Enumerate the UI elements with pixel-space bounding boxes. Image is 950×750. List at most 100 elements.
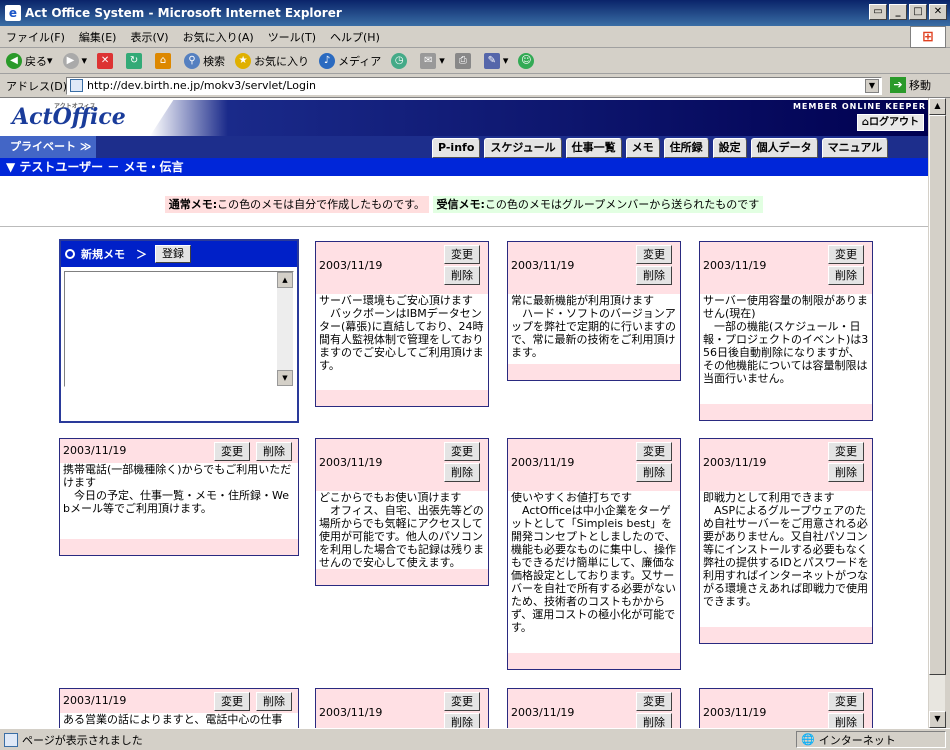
tab-tasks[interactable]: 仕事一覧 bbox=[565, 138, 622, 158]
memo-edit-button[interactable]: 変更 bbox=[444, 442, 480, 461]
memo-edit-button[interactable]: 変更 bbox=[636, 442, 672, 461]
memo-edit-button[interactable]: 変更 bbox=[828, 245, 864, 264]
memo-edit-button[interactable]: 変更 bbox=[828, 442, 864, 461]
messenger-icon: ☺ bbox=[518, 52, 535, 69]
mail-button[interactable]: ✉ ▾ bbox=[420, 52, 445, 69]
memo-card: 2003/11/19 変更 削除 常に最新機能が利用頂けます ハード・ソフトのバージョ… bbox=[507, 241, 681, 381]
status-text-wrap: ページが表示されました bbox=[4, 732, 143, 748]
tab-manual[interactable]: マニュアル bbox=[821, 138, 889, 158]
tab-personal-data[interactable]: 個人データ bbox=[750, 138, 818, 158]
scroll-up-icon[interactable]: ▲ bbox=[929, 98, 946, 115]
scroll-down-icon[interactable]: ▼ bbox=[929, 711, 946, 728]
memo-date: 2003/11/19 bbox=[63, 694, 127, 707]
refresh-button[interactable]: ↻ bbox=[126, 52, 145, 69]
status-bar: ページが表示されました 🌐 インターネット bbox=[0, 728, 950, 750]
memo-edit-button[interactable]: 変更 bbox=[636, 692, 672, 711]
memo-delete-button[interactable]: 削除 bbox=[828, 266, 864, 285]
memo-date: 2003/11/19 bbox=[63, 444, 127, 457]
go-button[interactable]: ➔ 移動 bbox=[890, 77, 931, 93]
minimize-button[interactable]: _ bbox=[889, 4, 907, 20]
memo-delete-button[interactable]: 削除 bbox=[444, 463, 480, 482]
edit-icon: ✎ bbox=[483, 52, 500, 69]
close-button[interactable]: ✕ bbox=[929, 4, 947, 20]
memo-body: 常に最新機能が利用頂けます ハード・ソフトのバージョンアップを弊社で定期的に行い… bbox=[508, 294, 680, 364]
logo-subtext: アクトオフィス bbox=[54, 103, 96, 110]
memo-card: 2003/11/19 変更 削除 携帯電話(一部機種除く)からでもご利用いただけます … bbox=[59, 438, 299, 556]
divider bbox=[0, 226, 928, 227]
legend-received-label: 受信メモ: bbox=[436, 198, 485, 211]
scroll-thumb[interactable] bbox=[929, 115, 946, 675]
maximize-button[interactable]: □ bbox=[909, 4, 927, 20]
memo-date: 2003/11/19 bbox=[703, 456, 767, 469]
legend-received-text: この色のメモはグループメンバーから送られたものです bbox=[484, 198, 760, 211]
back-arrow-icon: ◀ bbox=[6, 52, 22, 69]
memo-delete-button[interactable]: 削除 bbox=[256, 692, 292, 711]
memo-delete-button[interactable]: 削除 bbox=[256, 442, 292, 461]
tab-pinfo[interactable]: P-info bbox=[432, 138, 481, 158]
menu-file[interactable]: ファイル(F) bbox=[6, 29, 65, 45]
home-button[interactable]: ⌂ bbox=[155, 52, 174, 69]
page-content: ActOffice アクトオフィス MEMBER ONLINE KEEPER ⌂… bbox=[0, 98, 928, 728]
media-button[interactable]: ♪ メディア bbox=[319, 52, 381, 69]
memo-edit-button[interactable]: 変更 bbox=[214, 692, 250, 711]
memo-edit-button[interactable]: 変更 bbox=[444, 692, 480, 711]
memo-delete-button[interactable]: 削除 bbox=[828, 713, 864, 728]
menu-view[interactable]: 表示(V) bbox=[130, 29, 168, 45]
memo-delete-button[interactable]: 削除 bbox=[444, 266, 480, 285]
messenger-button[interactable]: ☺ bbox=[518, 52, 537, 69]
scroll-down-icon[interactable]: ▼ bbox=[277, 370, 293, 386]
favorites-button[interactable]: ★ お気に入り bbox=[235, 52, 310, 69]
menu-help[interactable]: ヘルプ(H) bbox=[330, 29, 380, 45]
edit-page-button[interactable]: ✎ ▾ bbox=[483, 52, 508, 69]
nav-tabs: P-info スケジュール 仕事一覧 メモ 住所録 設定 個人データ マニュアル bbox=[432, 138, 889, 158]
menu-edit[interactable]: 編集(E) bbox=[79, 29, 117, 45]
memo-delete-button[interactable]: 削除 bbox=[636, 266, 672, 285]
textarea-scrollbar[interactable]: ▲ ▼ bbox=[277, 272, 293, 386]
new-memo-textarea[interactable]: ▲ ▼ bbox=[64, 271, 294, 387]
address-dropdown-icon[interactable]: ▼ bbox=[865, 79, 879, 93]
print-button[interactable]: ⎙ bbox=[454, 52, 474, 69]
restore-icon[interactable]: ▭ bbox=[869, 4, 887, 20]
memo-delete-button[interactable]: 削除 bbox=[636, 713, 672, 728]
tab-settings[interactable]: 設定 bbox=[712, 138, 747, 158]
scroll-up-icon[interactable]: ▲ bbox=[277, 272, 293, 288]
memo-delete-button[interactable]: 削除 bbox=[636, 463, 672, 482]
search-button[interactable]: ⚲ 検索 bbox=[184, 52, 225, 69]
page-scrollbar[interactable]: ▲ ▼ bbox=[928, 98, 946, 728]
back-button[interactable]: ◀ 戻る ▾ bbox=[6, 52, 53, 69]
address-input[interactable]: http://dev.birth.ne.jp/mokv3/servlet/Log… bbox=[66, 77, 882, 95]
logout-button[interactable]: ⌂ログアウト bbox=[856, 114, 924, 131]
stop-button[interactable]: ✕ bbox=[97, 52, 116, 69]
globe-icon: 🌐 bbox=[801, 733, 815, 746]
register-button[interactable]: 登録 bbox=[155, 245, 191, 263]
media-icon: ♪ bbox=[319, 52, 336, 69]
memo-date: 2003/11/19 bbox=[703, 259, 767, 272]
tab-schedule[interactable]: スケジュール bbox=[484, 138, 562, 158]
favorites-label: お気に入り bbox=[254, 54, 310, 68]
memo-edit-button[interactable]: 変更 bbox=[636, 245, 672, 264]
memo-delete-button[interactable]: 削除 bbox=[828, 463, 864, 482]
memo-edit-button[interactable]: 変更 bbox=[828, 692, 864, 711]
memo-body: サーバー環境もご安心頂けます バックボーンはIBMデータセンター(幕張)に直結し… bbox=[316, 294, 488, 390]
refresh-icon: ↻ bbox=[126, 52, 143, 69]
memo-edit-button[interactable]: 変更 bbox=[214, 442, 250, 461]
memo-body: ある営業の話によりますと、電話中心の仕事 bbox=[60, 713, 298, 728]
memo-date: 2003/11/19 bbox=[511, 706, 575, 719]
history-icon: ◷ bbox=[391, 52, 408, 69]
forward-button[interactable]: ▶ ▾ bbox=[62, 52, 87, 69]
window-title: Act Office System - Microsoft Internet E… bbox=[25, 6, 342, 20]
menu-tools[interactable]: ツール(T) bbox=[268, 29, 316, 45]
tagline: MEMBER ONLINE KEEPER bbox=[792, 102, 926, 111]
legend-normal-text: この色のメモは自分で作成したものです。 bbox=[217, 198, 426, 211]
new-memo-title: 新規メモ ＞ bbox=[81, 248, 147, 261]
memo-edit-button[interactable]: 変更 bbox=[444, 245, 480, 264]
memo-body: 即戦力として利用できます ASPによるグループウェアのため自社サーバーをご用意さ… bbox=[700, 491, 872, 627]
memo-legend: 通常メモ:この色のメモは自分で作成したものです。 受信メモ:この色のメモはグルー… bbox=[0, 196, 928, 213]
tab-memo[interactable]: メモ bbox=[625, 138, 660, 158]
new-memo-panel: 新規メモ ＞ 登録 ▲ ▼ bbox=[59, 239, 299, 423]
menu-favorites[interactable]: お気に入り(A) bbox=[183, 29, 254, 45]
tab-addressbook[interactable]: 住所録 bbox=[663, 138, 709, 158]
memo-delete-button[interactable]: 削除 bbox=[444, 713, 480, 728]
memo-date: 2003/11/19 bbox=[703, 706, 767, 719]
history-button[interactable]: ◷ bbox=[391, 52, 410, 69]
